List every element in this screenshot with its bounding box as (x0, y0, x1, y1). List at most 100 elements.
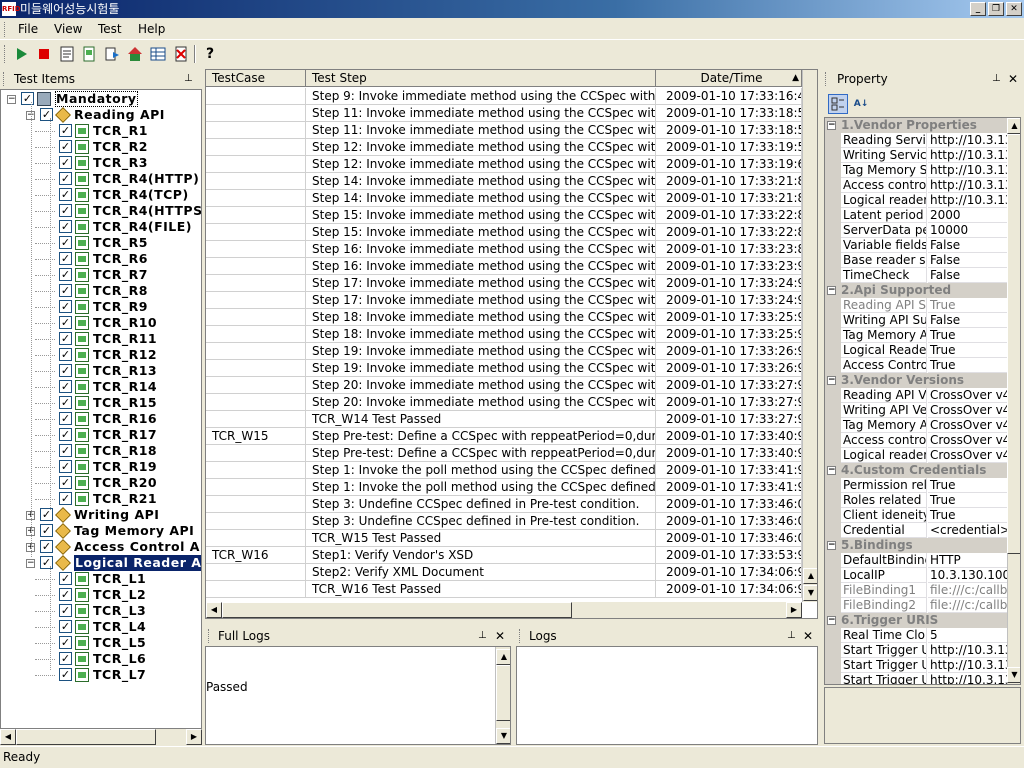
tree-checkbox[interactable]: ✓ (59, 364, 72, 377)
tree-checkbox[interactable]: ✓ (59, 156, 72, 169)
tree-hscroll[interactable]: ◀ ▶ (0, 729, 202, 745)
table-row[interactable]: Step 20: Invoke immediate method using t… (206, 377, 802, 394)
table-row[interactable]: Step 1: Invoke the poll method using the… (206, 479, 802, 496)
collapse-icon[interactable]: − (827, 376, 836, 385)
menu-file[interactable]: File (18, 22, 38, 36)
tree-item[interactable]: ✓ TCR_L4 (1, 619, 201, 635)
tree-checkbox[interactable]: ✓ (59, 476, 72, 489)
table-icon[interactable] (149, 45, 167, 63)
tree-checkbox[interactable]: ✓ (59, 668, 72, 681)
property-value[interactable]: True (928, 508, 1011, 523)
property-value[interactable]: CrossOver v4. (928, 403, 1011, 418)
property-row[interactable]: Latent period 2000 (825, 208, 1011, 223)
tree-checkbox[interactable]: ✓ (59, 172, 72, 185)
minimize-button[interactable]: _ (970, 2, 986, 16)
sort-alpha-icon[interactable]: A↓ (851, 94, 871, 114)
property-row[interactable]: Writing API Ver CrossOver v4. (825, 403, 1011, 418)
property-row[interactable]: DefaultBinding HTTP (825, 553, 1011, 568)
pin-icon[interactable]: ⊥ (478, 627, 487, 645)
property-value[interactable]: http://10.3.130 (928, 148, 1011, 163)
home-icon[interactable] (126, 45, 144, 63)
table-row[interactable]: Step 15: Invoke immediate method using t… (206, 224, 802, 241)
column-test-step[interactable]: Test Step (306, 70, 656, 87)
column-datetime[interactable]: Date/Time ▲ (656, 70, 802, 87)
tree-checkbox[interactable]: ✓ (40, 540, 53, 553)
tree-checkbox[interactable]: ✓ (59, 124, 72, 137)
table-row[interactable]: Step 11: Invoke immediate method using t… (206, 105, 802, 122)
property-row[interactable]: LocalIP 10.3.130.100 (825, 568, 1011, 583)
property-row[interactable]: Logical Reade True (825, 343, 1011, 358)
property-value[interactable]: http://10.3.130 (928, 658, 1011, 673)
close-button[interactable]: ✕ (1006, 2, 1022, 16)
collapse-icon[interactable]: − (827, 541, 836, 550)
table-row[interactable]: Step 1: Invoke the poll method using the… (206, 462, 802, 479)
pin-icon[interactable]: ⊥ (184, 70, 193, 88)
table-row[interactable]: Step 12: Invoke immediate method using t… (206, 139, 802, 156)
menu-test[interactable]: Test (98, 22, 122, 36)
property-row[interactable]: Start Trigger Uhttp://10.3.130 (825, 673, 1011, 684)
table-row[interactable]: Step 14: Invoke immediate method using t… (206, 190, 802, 207)
property-category[interactable]: −2.Api Supported (825, 283, 1011, 298)
property-value[interactable]: http://10.3.130 (928, 133, 1011, 148)
property-row[interactable]: Access controhttp://10.3.130 (825, 178, 1011, 193)
collapse-icon[interactable]: − (827, 121, 836, 130)
tree-checkbox[interactable]: ✓ (59, 396, 72, 409)
property-row[interactable]: Start Trigger Uhttp://10.3.130 (825, 658, 1011, 673)
tree-checkbox[interactable]: ✓ (59, 460, 72, 473)
help-icon[interactable]: ? (201, 45, 219, 63)
collapse-icon[interactable]: − (7, 95, 16, 104)
tree-checkbox[interactable]: ✓ (40, 556, 53, 569)
property-category[interactable]: −5.Bindings (825, 538, 1011, 553)
property-row[interactable]: Credential<credential>< (825, 523, 1011, 538)
collapse-icon[interactable]: − (827, 466, 836, 475)
play-icon[interactable] (12, 45, 30, 63)
tree-checkbox[interactable]: ✓ (59, 428, 72, 441)
tree-item[interactable]: − ✓ Logical Reader AP (1, 555, 201, 571)
grid-hscroll[interactable]: ◀ ▶ (206, 602, 802, 618)
collapse-icon[interactable]: − (827, 286, 836, 295)
tree-checkbox[interactable]: ✓ (59, 332, 72, 345)
table-row[interactable]: Step 15: Invoke immediate method using t… (206, 207, 802, 224)
tree-checkbox[interactable]: ✓ (59, 636, 72, 649)
restore-button[interactable]: ❐ (988, 2, 1004, 16)
collapse-icon[interactable]: − (26, 559, 35, 568)
tree-checkbox[interactable]: ✓ (59, 492, 72, 505)
tree-checkbox[interactable]: ✓ (59, 444, 72, 457)
property-value[interactable]: True (928, 343, 1011, 358)
table-row[interactable]: Step 18: Invoke immediate method using t… (206, 326, 802, 343)
tree-item[interactable]: ✓ TCR_L1 (1, 571, 201, 587)
property-value[interactable]: http://10.3.130 (928, 193, 1011, 208)
tree-checkbox[interactable]: ✓ (59, 204, 72, 217)
property-value[interactable]: True (928, 493, 1011, 508)
tree-checkbox[interactable]: ✓ (59, 380, 72, 393)
menu-view[interactable]: View (54, 22, 82, 36)
property-row[interactable]: Reading API S True (825, 298, 1011, 313)
tree-checkbox[interactable]: ✓ (59, 236, 72, 249)
table-row[interactable]: Step 16: Invoke immediate method using t… (206, 241, 802, 258)
property-grid[interactable]: Start Trigger Uhttp://10.3.130Start Trig… (824, 117, 1021, 685)
tree-item[interactable]: ✓ TCR_L3 (1, 603, 201, 619)
property-row[interactable]: Permission rel True (825, 478, 1011, 493)
tree-checkbox[interactable]: ✓ (40, 524, 53, 537)
table-row[interactable]: Step 19: Invoke immediate method using t… (206, 360, 802, 377)
property-row[interactable]: Tag Memory Shttp://10.3.130 (825, 163, 1011, 178)
property-row[interactable]: Roles related r True (825, 493, 1011, 508)
full-logs-pane[interactable]: Passed ▲ ▼ (205, 646, 511, 745)
tree-checkbox[interactable]: ✓ (59, 620, 72, 633)
table-row[interactable]: TCR_W16 Step1: Verify Vendor's XSD 2009-01… (206, 547, 802, 564)
tree-checkbox[interactable]: ✓ (59, 140, 72, 153)
table-row[interactable]: Step 17: Invoke immediate method using t… (206, 292, 802, 309)
delete-icon[interactable] (172, 45, 190, 63)
table-row[interactable]: Step 18: Invoke immediate method using t… (206, 309, 802, 326)
property-category[interactable]: −1.Vendor Properties (825, 118, 1011, 133)
property-row[interactable]: Writing API Sup False (825, 313, 1011, 328)
table-row[interactable]: Step 9: Invoke immediate method using th… (206, 88, 802, 105)
tree-checkbox[interactable]: ✓ (40, 508, 53, 521)
tree-checkbox[interactable]: ✓ (59, 220, 72, 233)
categorized-icon[interactable] (828, 94, 848, 114)
property-value[interactable]: HTTP (928, 553, 1011, 568)
table-row[interactable]: Step 17: Invoke immediate method using t… (206, 275, 802, 292)
property-value[interactable]: CrossOver v4. (928, 418, 1011, 433)
property-row[interactable]: Base reader su False (825, 253, 1011, 268)
property-row[interactable]: Reading Servichttp://10.3.130 (825, 133, 1011, 148)
